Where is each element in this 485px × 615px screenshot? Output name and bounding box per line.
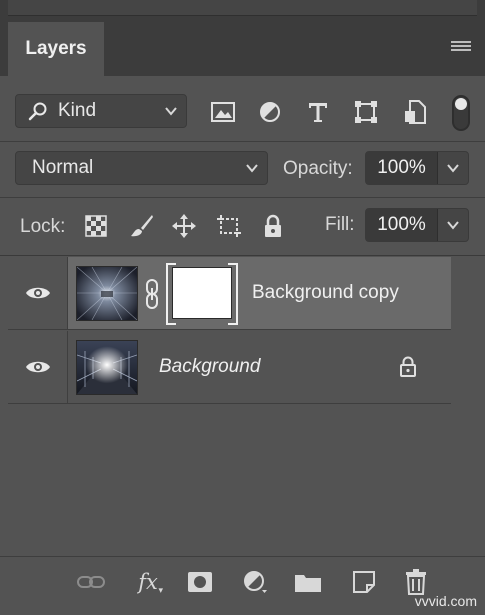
chevron-down-icon <box>246 164 258 173</box>
blend-row: Normal Opacity: 100% <box>0 142 485 198</box>
search-icon <box>28 102 47 121</box>
fill-label: Fill: <box>325 214 355 235</box>
brush-icon[interactable] <box>129 213 155 239</box>
opacity-label: Opacity: <box>283 158 353 179</box>
layer-row[interactable]: Background copy <box>8 257 451 330</box>
layer-thumbnail[interactable] <box>76 266 138 321</box>
filter-adjustment-icon[interactable] <box>256 98 284 126</box>
top-strip <box>0 0 485 22</box>
layer-mask-thumbnail[interactable] <box>172 267 232 319</box>
panel-menu-icon[interactable] <box>451 41 471 55</box>
lock-label: Lock: <box>20 216 66 237</box>
layer-row[interactable]: Background <box>8 331 451 404</box>
mask-selection-frame <box>166 263 238 325</box>
chevron-down-icon[interactable] <box>446 218 460 232</box>
tab-layers[interactable]: Layers <box>8 22 104 76</box>
layers-list: Background copy Background <box>0 256 485 556</box>
filter-smart-object-icon[interactable] <box>401 98 429 126</box>
eye-icon[interactable] <box>25 359 51 375</box>
filter-toggle[interactable] <box>452 95 470 131</box>
artboard-icon[interactable] <box>216 213 242 239</box>
filter-pixel-icon[interactable] <box>209 98 237 126</box>
fill-value[interactable]: 100% <box>366 209 438 241</box>
mask-link-icon[interactable] <box>144 279 160 309</box>
eye-icon[interactable] <box>25 285 51 301</box>
watermark: vvvid.com <box>414 593 477 609</box>
panel-tab-bar: Layers <box>0 22 485 76</box>
layer-name[interactable]: Background copy <box>252 282 399 304</box>
folder-icon[interactable] <box>293 567 323 597</box>
layer-thumbnail[interactable] <box>76 340 138 395</box>
fx-icon[interactable]: fx ▾ <box>133 567 163 597</box>
chevron-down-icon[interactable] <box>446 161 460 175</box>
blend-mode-label: Normal <box>32 157 94 178</box>
visibility-toggle[interactable] <box>8 257 68 329</box>
new-layer-icon[interactable] <box>349 567 379 597</box>
top-bar <box>8 0 477 16</box>
fill-field[interactable]: 100% <box>365 208 469 242</box>
filter-row: Kind <box>0 76 485 142</box>
add-mask-icon[interactable] <box>185 567 215 597</box>
lock-row: Lock: Fill: 100% <box>0 198 485 256</box>
kind-label: Kind <box>58 100 97 121</box>
lock-icon <box>400 356 416 377</box>
adjustment-icon[interactable] <box>240 567 270 597</box>
chevron-down-icon <box>165 107 177 116</box>
filter-kind-select[interactable]: Kind <box>15 94 187 128</box>
layer-name[interactable]: Background <box>159 356 260 378</box>
lock-all-icon[interactable] <box>260 213 286 239</box>
layers-footer: fx ▾ vvvid.com <box>0 556 485 615</box>
lock-transparent-icon[interactable] <box>83 213 109 239</box>
opacity-field[interactable]: 100% <box>365 151 469 185</box>
visibility-toggle[interactable] <box>8 331 68 403</box>
filter-shape-icon[interactable] <box>352 98 380 126</box>
link-icon[interactable] <box>76 567 106 597</box>
filter-type-icon[interactable] <box>304 98 332 126</box>
blend-mode-select[interactable]: Normal <box>15 151 268 185</box>
move-icon[interactable] <box>171 213 197 239</box>
opacity-value[interactable]: 100% <box>366 152 438 184</box>
